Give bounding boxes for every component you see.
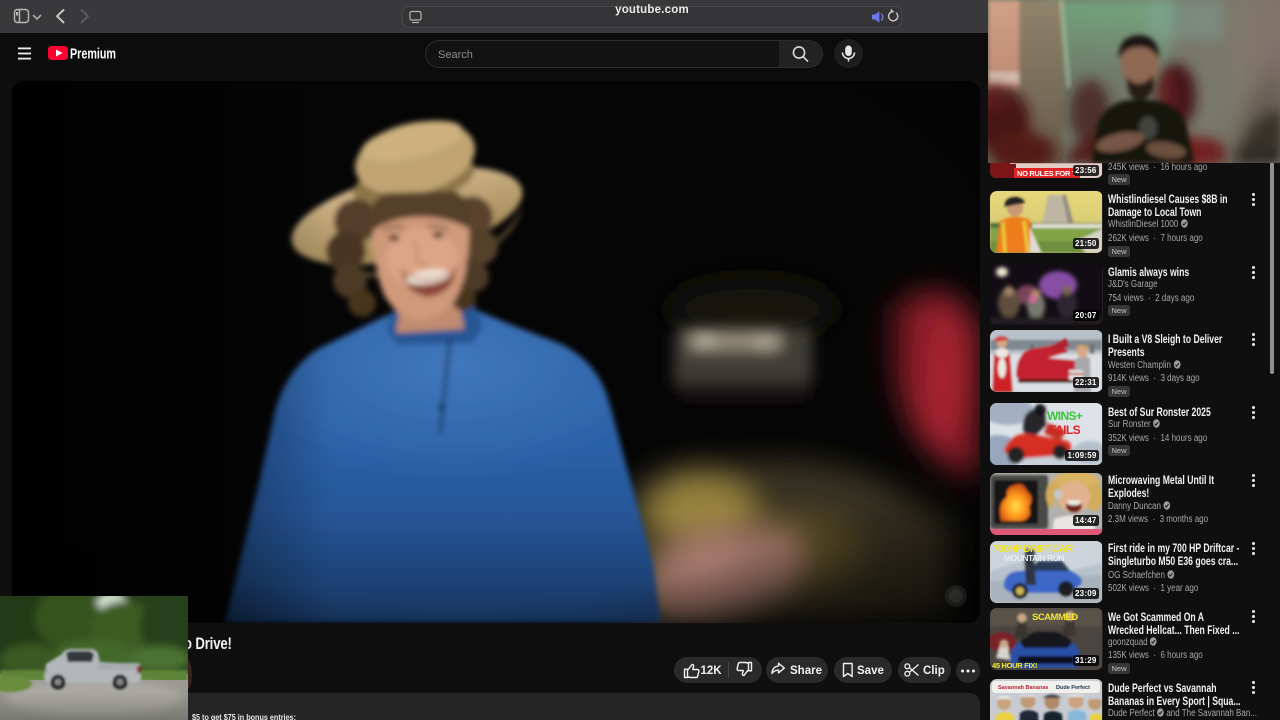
svg-text:Share: Share bbox=[790, 665, 822, 677]
svg-text:FAILS: FAILS bbox=[1049, 423, 1081, 437]
svg-text:Dude Perfect: Dude Perfect bbox=[1056, 685, 1090, 691]
svg-text:Clip: Clip bbox=[923, 665, 945, 677]
svg-text:Save: Save bbox=[857, 665, 884, 677]
svg-text:SCAMMED: SCAMMED bbox=[1032, 612, 1078, 623]
svg-text:MOUNTAIN RUN: MOUNTAIN RUN bbox=[1004, 553, 1064, 563]
svg-text:Savannah Bananas: Savannah Bananas bbox=[998, 685, 1048, 691]
svg-text:12K: 12K bbox=[701, 665, 723, 677]
svg-text:WINS+: WINS+ bbox=[1047, 409, 1083, 423]
svg-text:45 HOUR FIX!: 45 HOUR FIX! bbox=[992, 661, 1037, 670]
svg-text:Premium: Premium bbox=[70, 46, 116, 62]
svg-text:NO RULES FOR TH: NO RULES FOR TH bbox=[1017, 169, 1081, 178]
